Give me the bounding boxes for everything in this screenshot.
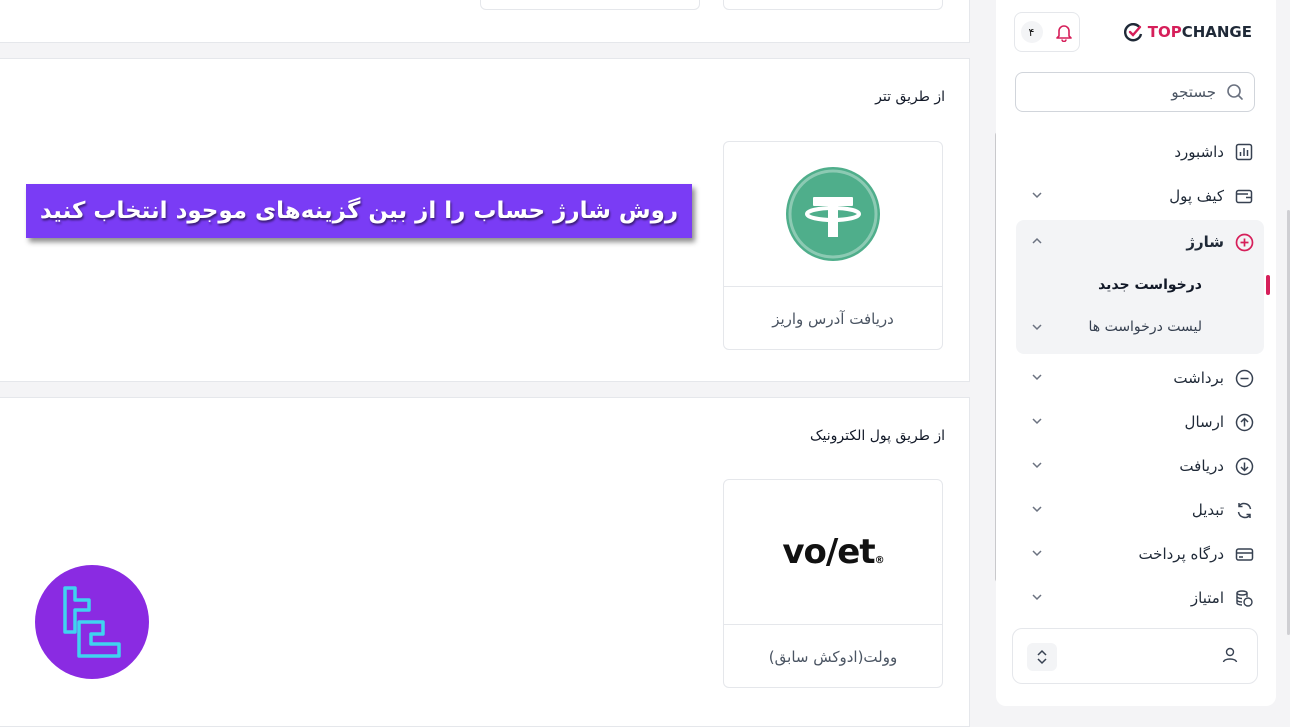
top-card-strip	[0, 0, 970, 43]
tc-logo-icon	[63, 586, 121, 658]
sidebar-item-label: درگاه پرداخت	[1138, 545, 1224, 563]
sidebar-item-label: امتیاز	[1190, 589, 1224, 607]
section-emoney: از طریق پول الکترونیک vo/et® وولت(ادوکش …	[0, 397, 970, 727]
instruction-banner: روش شارژ حساب را از بین گزینه‌های موجود …	[26, 184, 692, 238]
chevron-down-icon	[1032, 462, 1042, 469]
sidebar-item-wallet[interactable]: کیف پول	[1016, 174, 1264, 218]
card-logo-area	[724, 142, 942, 287]
sidebar-group-charge: شارژ درخواست جدید لیست درخواست ها	[1016, 220, 1270, 354]
sidebar-item-label: شارژ	[1186, 233, 1224, 251]
chevron-down-icon	[1032, 418, 1042, 425]
wallet-icon	[1234, 186, 1254, 206]
chevron-down-icon	[1032, 374, 1042, 381]
chart-icon	[1234, 142, 1254, 162]
sidebar-subitem-label: درخواست جدید	[1098, 277, 1202, 293]
card-caption: دریافت آدرس واریز	[772, 309, 894, 328]
sidebar-item-dashboard[interactable]: داشبورد	[1016, 130, 1264, 174]
chevron-down-icon	[1032, 192, 1042, 199]
sidebar-menu: داشبورد کیف پول شارژ درخواست جدید لیست د…	[1016, 130, 1270, 620]
card-stub	[723, 0, 943, 10]
plus-circle-icon	[1234, 232, 1254, 252]
account-switch-button[interactable]	[1027, 643, 1057, 671]
chevron-down-icon	[1032, 506, 1042, 513]
chevron-down-icon	[1032, 324, 1042, 331]
sidebar-item-label: کیف پول	[1169, 187, 1224, 205]
sidebar-item-charge[interactable]: شارژ	[1016, 220, 1264, 264]
tether-symbol-icon	[788, 169, 878, 259]
notifications-button[interactable]: ۴	[1014, 12, 1080, 52]
tether-logo	[786, 167, 880, 261]
brand-name: TOPCHANGE	[1147, 23, 1252, 41]
user-icon	[1221, 646, 1239, 668]
chevron-down-icon	[1032, 594, 1042, 601]
notification-count: ۴	[1020, 21, 1043, 43]
user-account-box[interactable]	[1012, 628, 1258, 684]
search-box[interactable]	[1015, 72, 1255, 112]
sidebar-subitem-new-request[interactable]: درخواست جدید	[1016, 264, 1270, 306]
sidebar-item-send[interactable]: ارسال	[1016, 400, 1264, 444]
registered-mark: ®	[874, 555, 885, 566]
chevron-up-down-icon	[1037, 649, 1047, 665]
sidebar-item-withdraw[interactable]: برداشت	[1016, 356, 1264, 400]
arrow-up-circle-icon	[1234, 412, 1254, 432]
arrow-down-circle-icon	[1234, 456, 1254, 476]
volet-method-card[interactable]: vo/et® وولت(ادوکش سابق)	[723, 479, 943, 688]
section-title: از طریق پول الکترونیک	[810, 428, 945, 444]
card-caption: وولت(ادوکش سابق)	[768, 647, 898, 666]
brand-logo[interactable]: TOPCHANGE	[1123, 22, 1252, 42]
sidebar: TOPCHANGE ۴ داشبورد کیف پول	[996, 0, 1276, 706]
volet-logo: vo/et®	[782, 532, 885, 572]
chevron-down-icon	[1032, 550, 1042, 557]
card-logo-area: vo/et®	[724, 480, 942, 625]
sidebar-subitem-label: لیست درخواست ها	[1088, 319, 1202, 335]
bell-icon	[1055, 25, 1072, 42]
sidebar-item-label: ارسال	[1184, 413, 1224, 431]
sidebar-item-label: تبدیل	[1191, 501, 1224, 519]
card-stub	[480, 0, 700, 10]
volet-logo-text: vo/et	[782, 532, 875, 572]
tether-method-card[interactable]: دریافت آدرس واریز	[723, 141, 943, 350]
search-input[interactable]	[1038, 82, 1218, 102]
sidebar-item-payment-gateway[interactable]: درگاه پرداخت	[1016, 532, 1264, 576]
sidebar-subitem-request-list[interactable]: لیست درخواست ها	[1016, 306, 1264, 348]
chevron-up-icon	[1032, 237, 1042, 244]
section-title: از طریق تتر	[875, 89, 945, 105]
site-logo-badge	[35, 565, 149, 679]
sidebar-item-points[interactable]: امتیاز	[1016, 576, 1264, 620]
sidebar-item-label: دریافت	[1179, 457, 1224, 475]
sidebar-item-convert[interactable]: تبدیل	[1016, 488, 1264, 532]
minus-circle-icon	[1234, 368, 1254, 388]
sidebar-item-receive[interactable]: دریافت	[1016, 444, 1264, 488]
sidebar-item-label: برداشت	[1173, 369, 1224, 387]
search-icon	[1227, 84, 1243, 100]
sidebar-item-label: داشبورد	[1174, 143, 1224, 161]
check-circle-icon	[1123, 23, 1142, 42]
card-icon	[1234, 544, 1254, 564]
refresh-icon	[1234, 500, 1254, 520]
coins-icon	[1234, 588, 1254, 608]
